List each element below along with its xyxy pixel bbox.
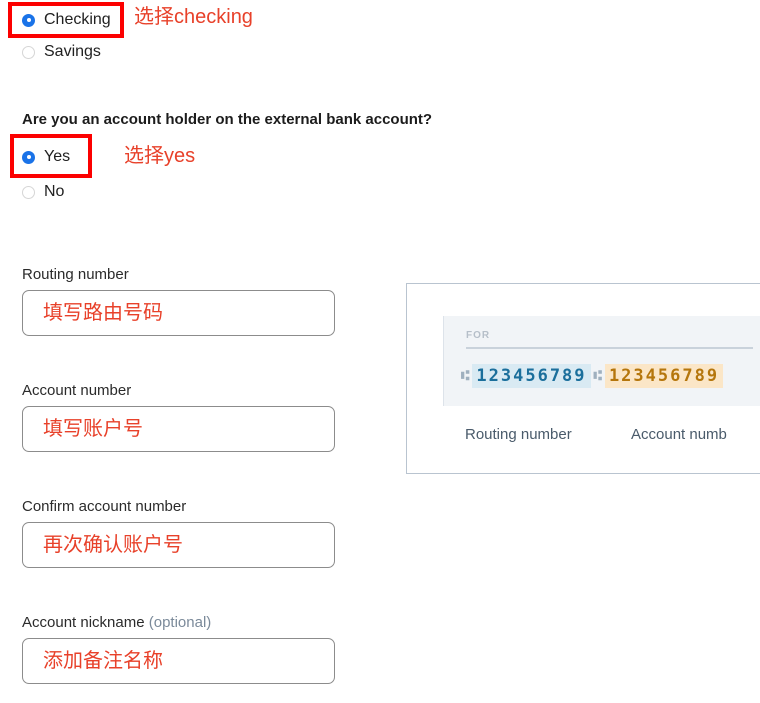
micr-account-number: 123456789 [604,364,724,388]
check-for-label: FOR [466,330,491,341]
radio-option-no[interactable]: No [22,180,64,204]
check-for-rule [466,347,753,349]
confirm-account-number-value: 再次确认账户号 [43,534,183,556]
annotation-select-yes: 选择yes [124,145,196,167]
radio-checking-indicator[interactable] [22,13,35,27]
annotation-select-checking: 选择checking [134,6,253,28]
account-number-value: 填写账户号 [43,418,143,440]
radio-no-label: No [44,183,65,200]
account-nickname-optional-tag: (optional) [148,614,212,631]
confirm-account-number-label-text: Confirm account number [22,498,187,515]
confirm-account-number-label: Confirm account number [22,499,186,514]
account-number-label: Account number [22,383,131,398]
check-micr-line: ⑆ 123456789 ⑆ 123456789 [458,364,724,388]
check-caption-routing: Routing number [465,426,572,443]
radio-yes-indicator[interactable] [22,150,35,164]
account-holder-question: Are you an account holder on the externa… [22,111,433,128]
routing-number-label: Routing number [22,267,129,282]
check-illustration-card: FOR ⑆ 123456789 ⑆ 123456789 Routing numb… [406,283,760,474]
micr-transit-symbol-mid: ⑆ [593,368,602,384]
routing-number-label-text: Routing number [22,266,129,283]
radio-no-indicator[interactable] [22,185,35,199]
account-nickname-label: Account nickname (optional) [22,615,211,630]
check-memo-panel: FOR ⑆ 123456789 ⑆ 123456789 [443,316,760,406]
radio-yes-label: Yes [44,148,71,165]
account-nickname-label-text: Account nickname [22,614,145,631]
check-captions: Routing number Account numb [465,426,727,443]
account-nickname-value: 添加备注名称 [43,650,163,672]
radio-savings-label: Savings [44,43,101,60]
account-number-input[interactable]: 填写账户号 [22,406,335,452]
confirm-account-number-input[interactable]: 再次确认账户号 [22,522,335,568]
micr-routing-number: 123456789 [472,364,591,388]
check-caption-account: Account numb [631,426,727,443]
radio-option-savings[interactable]: Savings [22,40,101,64]
radio-option-checking[interactable]: Checking [22,8,111,32]
radio-savings-indicator[interactable] [22,45,35,59]
account-number-label-text: Account number [22,382,132,399]
micr-transit-symbol-left: ⑆ [461,368,470,384]
routing-number-input[interactable]: 填写路由号码 [22,290,335,336]
radio-option-yes[interactable]: Yes [22,145,70,169]
account-nickname-input[interactable]: 添加备注名称 [22,638,335,684]
routing-number-value: 填写路由号码 [43,302,163,324]
radio-checking-label: Checking [44,11,111,28]
